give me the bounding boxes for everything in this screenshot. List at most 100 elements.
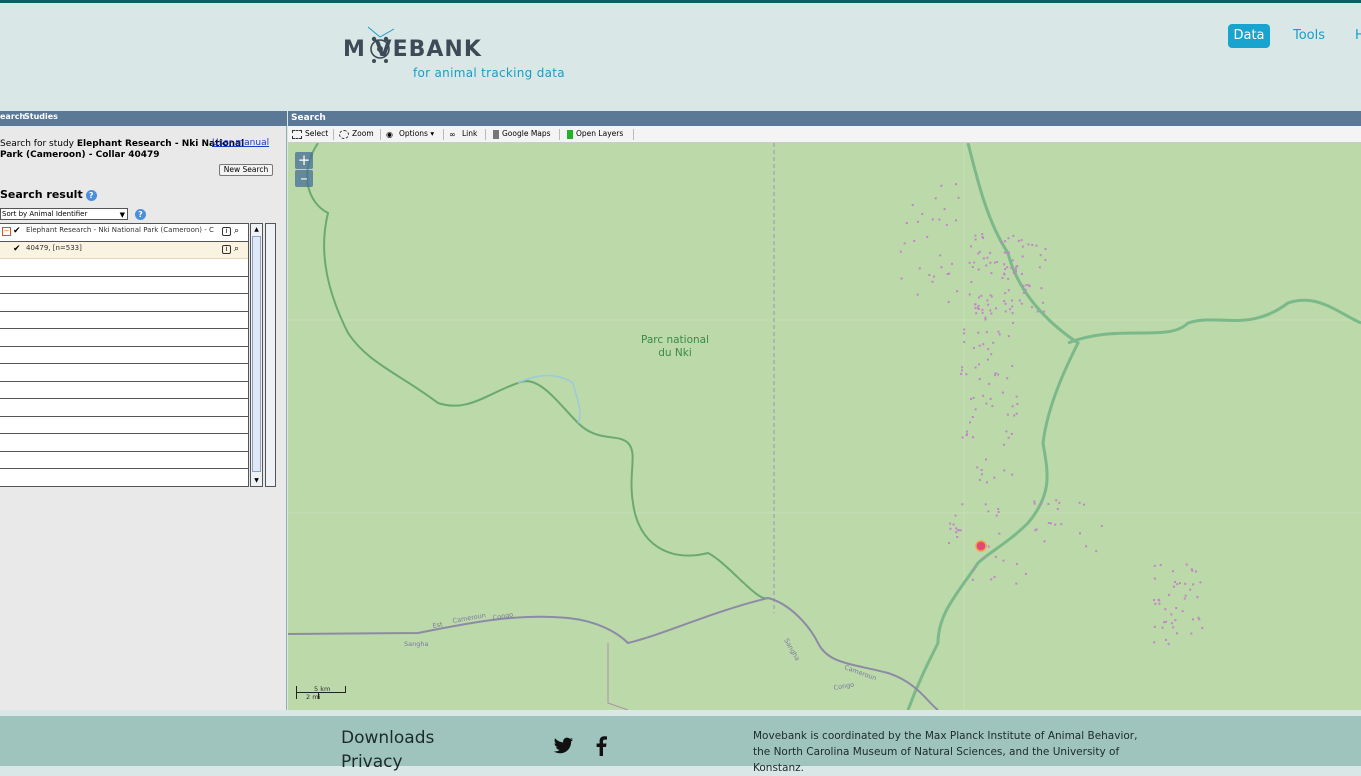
open-layers-button[interactable]: Open Layers [567,129,623,139]
empty-row [0,294,248,312]
footer-privacy-link[interactable]: Privacy [341,752,403,772]
track-point [980,473,983,476]
track-point [1196,596,1199,599]
track-point [1001,391,1004,394]
map-canvas[interactable]: Parc national du Nki Est Cameroun Congo … [288,143,1361,710]
track-point [1161,626,1164,629]
track-point [974,303,977,306]
track-point [998,333,1001,336]
track-point [1176,632,1178,635]
side-scrollbar[interactable] [265,223,276,487]
nav-data[interactable]: Data [1228,24,1270,48]
track-point [985,264,988,267]
track-point [911,204,914,206]
facebook-icon[interactable] [595,736,607,756]
track-point [1021,245,1024,248]
track-point [982,257,985,260]
zoom-tool[interactable]: Zoom [339,129,374,139]
track-point [986,256,989,259]
track-point [1007,436,1010,439]
footer-about-text: Movebank is coordinated by the Max Planc… [753,730,1138,774]
help-icon[interactable]: ? [135,209,146,220]
track-point [1078,501,1081,504]
track-point [972,396,975,399]
track-point [961,436,964,439]
scrollbar-thumb[interactable] [252,236,261,472]
checkmark-icon[interactable]: ✔ [13,244,22,254]
user-manual-link[interactable]: User manual [212,138,269,148]
help-icon[interactable]: ? [85,189,97,201]
collapse-icon[interactable]: − [2,227,11,236]
track-point [1083,503,1085,506]
empty-row [0,329,248,347]
track-point [1154,602,1157,605]
tab-studies[interactable]: Studies [24,112,58,121]
track-point [1004,292,1007,295]
track-point [989,397,992,400]
track-point [1170,622,1173,625]
magnifier-icon[interactable]: ⌕ [234,244,243,254]
track-point [973,261,976,264]
track-point [977,308,980,310]
track-point [972,346,975,349]
track-point [977,331,980,334]
track-point [1010,432,1013,435]
list-scrollbar[interactable]: ▲ ▼ [250,223,263,487]
track-point [1027,243,1030,246]
track-point [971,578,974,581]
track-point [1003,272,1006,275]
nav-help[interactable]: H [1355,24,1361,48]
twitter-icon[interactable] [553,737,574,755]
logo-tagline: for animal tracking data [413,66,565,80]
track-point [974,307,977,310]
track-point [931,218,934,221]
footer-downloads-link[interactable]: Downloads [341,728,434,748]
track-point [1003,469,1006,472]
movebank-logo[interactable]: M VEBANK for animal tracking data [343,23,573,88]
track-point [1060,523,1063,526]
tab-search[interactable]: earch [0,112,25,121]
empty-row [0,277,248,294]
map-toolbar: Select Zoom ◉ Options ▾ ∞ Link Google Maps… [288,126,1361,143]
track-point [990,353,993,356]
google-maps-label: Google Maps [502,129,551,138]
track-point [989,294,992,297]
track-point [963,328,966,331]
select-tool[interactable]: Select [292,129,328,139]
select-tool-label: Select [305,129,329,138]
sort-select[interactable]: Sort by Animal Identifier ▼ [0,208,128,220]
track-point [1015,563,1018,566]
checkmark-icon[interactable]: ✔ [13,227,22,236]
options-menu[interactable]: ◉ Options ▾ [386,129,434,139]
info-icon[interactable]: i [222,244,231,254]
track-point [905,222,908,224]
track-point [988,382,991,385]
track-point [987,510,990,513]
magnifier-icon[interactable]: ⌕ [234,227,243,236]
eye-icon: ◉ [386,129,393,139]
track-point [970,398,972,400]
list-item[interactable]: ✔ 40479, [n=533] i ⌕ [0,241,248,259]
chevron-down-icon: ▼ [119,211,125,219]
scroll-down-icon[interactable]: ▼ [251,475,262,486]
link-button[interactable]: ∞ Link [449,129,477,139]
nav-tools[interactable]: Tools [1293,24,1325,48]
toolbar-divider [443,129,444,140]
highlight-point[interactable] [975,540,987,552]
zoom-in-button[interactable]: + [295,152,313,169]
track-point [1011,312,1014,315]
list-item[interactable]: − ✔ Elephant Research - Nki National Par… [0,224,248,242]
scroll-up-icon[interactable]: ▲ [251,224,262,235]
google-maps-button[interactable]: Google Maps [493,129,551,139]
track-point [1172,626,1175,629]
track-point [1050,522,1052,525]
track-point [1183,597,1186,600]
track-point [982,556,985,559]
panel-tabs: earch Studies [0,111,287,126]
track-point [926,235,929,238]
info-icon[interactable]: i [222,227,231,236]
zoom-out-button[interactable]: – [295,170,313,187]
new-search-button[interactable]: New Search [219,164,273,176]
paw-globe-icon [367,26,395,63]
track-point [1153,599,1155,601]
